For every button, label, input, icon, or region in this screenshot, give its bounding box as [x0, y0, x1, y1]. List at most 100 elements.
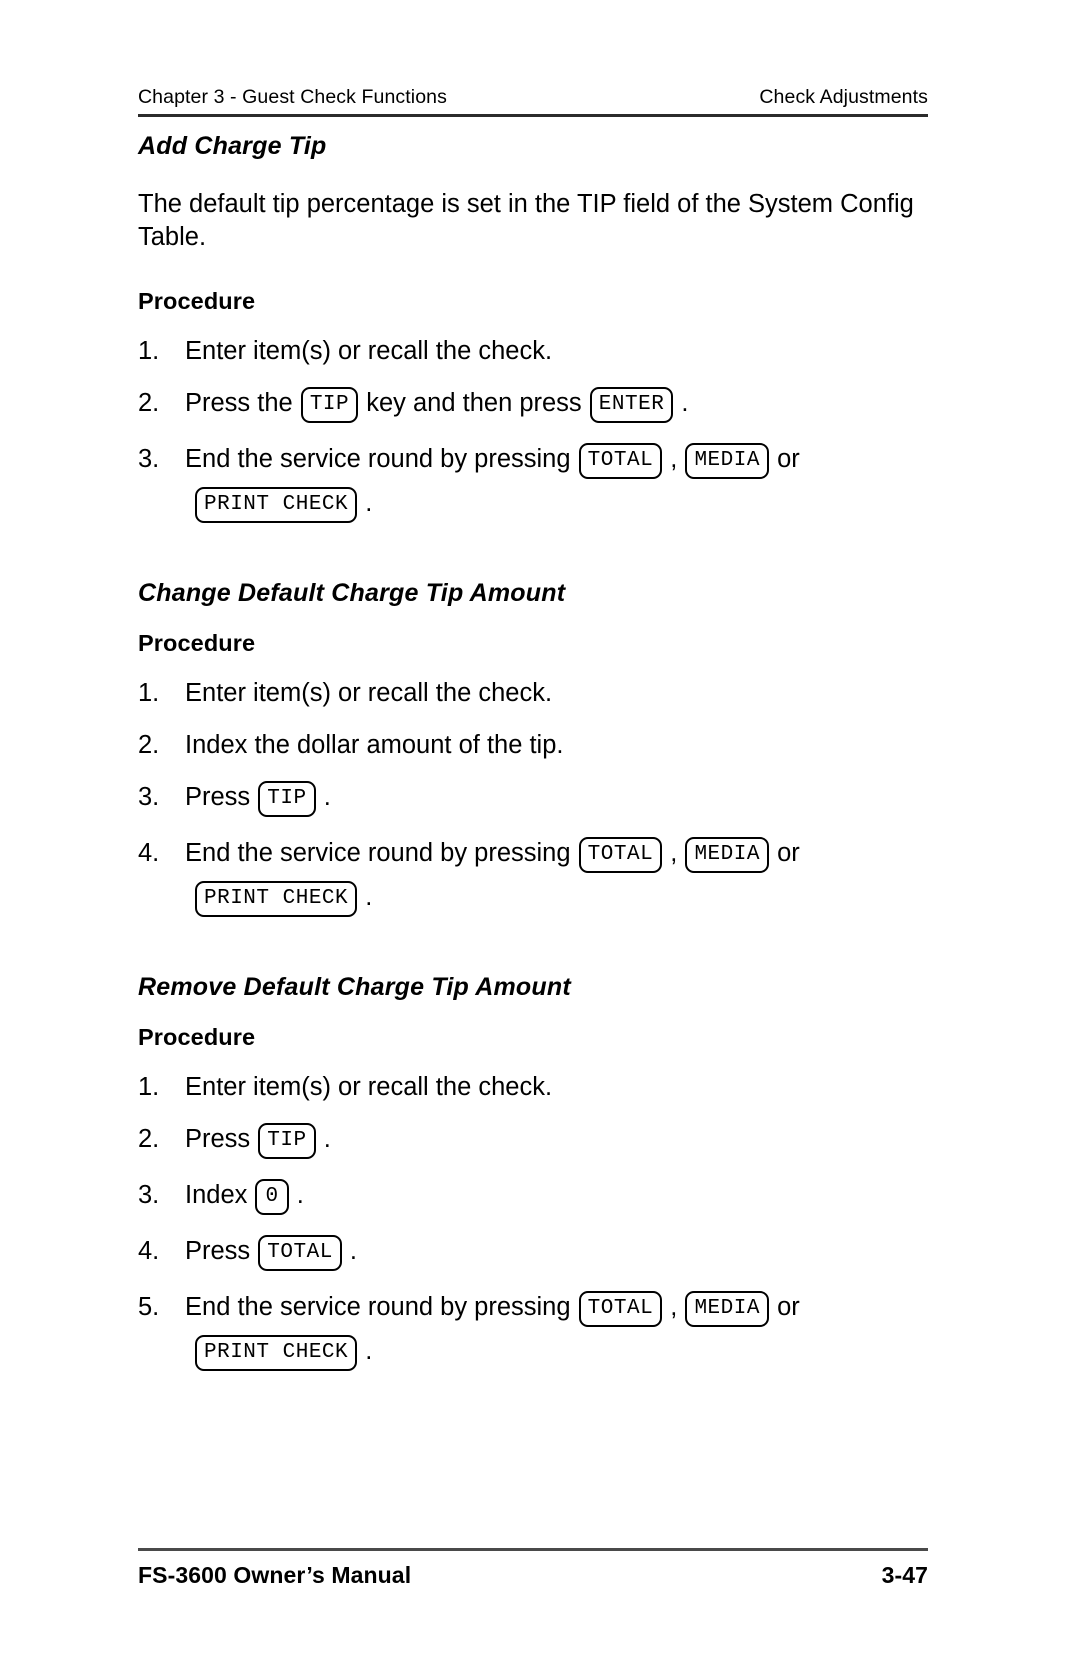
- step-line: End the service round by pressing TOTAL …: [185, 443, 938, 479]
- step-number: 5.: [138, 1293, 160, 1321]
- step-number: 1.: [138, 1073, 160, 1101]
- step-line: End the service round by pressing TOTAL …: [185, 837, 938, 873]
- section-heading: Add Charge Tip: [138, 132, 327, 160]
- procedure-steps: 1. Enter item(s) or recall the check. 2. P…: [138, 335, 938, 523]
- step-number: 2.: [138, 1125, 160, 1153]
- step-line: Press TIP .: [185, 781, 938, 817]
- keycap-media: MEDIA: [685, 1291, 769, 1327]
- procedure-step: 2. Press the TIP key and then press ENTER…: [138, 387, 938, 423]
- step-line: Index the dollar amount of the tip.: [185, 729, 938, 761]
- step-line: PRINT CHECK .: [185, 1335, 938, 1371]
- step-text: .: [296, 1181, 304, 1209]
- step-number: 4.: [138, 839, 160, 867]
- procedure-step: 3. End the service round by pressing TOTA…: [138, 443, 938, 523]
- keycap-print-check: PRINT CHECK: [195, 487, 358, 523]
- footer-divider: [138, 1548, 928, 1551]
- keycap-total: TOTAL: [258, 1235, 342, 1271]
- step-text: Index: [185, 1181, 248, 1209]
- procedure-step: 2. Press TIP .: [138, 1123, 938, 1159]
- keycap-total: TOTAL: [578, 837, 663, 873]
- step-text: .: [365, 1337, 373, 1365]
- keycap-print-check: PRINT CHECK: [195, 1335, 358, 1371]
- procedure-steps: 1. Enter item(s) or recall the check. 2. P…: [138, 1071, 938, 1371]
- section-heading: Remove Default Charge Tip Amount: [138, 973, 571, 1001]
- step-line: Press the TIP key and then press ENTER .: [185, 387, 938, 423]
- section-add-charge-tip: Add Charge Tip The default tip percentage…: [138, 132, 938, 523]
- step-number: 3.: [138, 445, 160, 473]
- step-text: or: [777, 1293, 800, 1321]
- keycap-enter: ENTER: [589, 387, 674, 423]
- step-text: End the service round by pressing: [185, 445, 571, 473]
- header-divider: [138, 114, 928, 117]
- procedure-step: 5. End the service round by pressing TOTA…: [138, 1291, 938, 1371]
- heading-gap: [138, 1002, 938, 1024]
- page-number: 3-47: [881, 1562, 928, 1588]
- keycap-tip: TIP: [258, 1123, 316, 1159]
- page-content: Add Charge Tip The default tip percentage…: [138, 128, 938, 1371]
- step-text: Press: [185, 783, 251, 811]
- step-text: or: [777, 839, 800, 867]
- procedure-step: 1. Enter item(s) or recall the check.: [138, 1071, 938, 1103]
- step-text: or: [777, 445, 800, 473]
- keycap-media: MEDIA: [685, 837, 769, 873]
- step-text: Press: [185, 1125, 251, 1153]
- step-text: Index the dollar amount of the tip.: [185, 731, 564, 759]
- heading-gap: [138, 254, 938, 288]
- step-line: Press TOTAL .: [185, 1235, 938, 1271]
- step-text: ,: [670, 445, 678, 473]
- step-text: ,: [670, 1293, 678, 1321]
- step-text: .: [323, 1125, 331, 1153]
- step-text: .: [365, 883, 373, 911]
- step-text: key and then press: [366, 389, 582, 417]
- procedure-step: 2. Index the dollar amount of the tip.: [138, 729, 938, 761]
- step-number: 2.: [138, 389, 160, 417]
- procedure-heading: Procedure: [138, 288, 256, 314]
- keycap-print-check: PRINT CHECK: [195, 881, 358, 917]
- running-head-right: Check Adjustments: [759, 86, 928, 108]
- running-head-left: Chapter 3 - Guest Check Functions: [138, 86, 447, 108]
- step-text: .: [349, 1237, 357, 1265]
- step-text: Press: [185, 1237, 251, 1265]
- step-line: Enter item(s) or recall the check.: [185, 1071, 938, 1103]
- procedure-step: 4. Press TOTAL .: [138, 1235, 938, 1271]
- running-head: Chapter 3 - Guest Check Functions Check …: [138, 86, 928, 109]
- step-text: End the service round by pressing: [185, 839, 571, 867]
- section-change-default-charge-tip-amount: Change Default Charge Tip Amount Procedur…: [138, 523, 938, 917]
- step-number: 3.: [138, 1181, 160, 1209]
- procedure-step: 4. End the service round by pressing TOTA…: [138, 837, 938, 917]
- section-intro: The default tip percentage is set in the…: [138, 190, 914, 251]
- step-line: Index 0 .: [185, 1179, 938, 1215]
- procedure-heading: Procedure: [138, 630, 256, 656]
- keycap-tip: TIP: [300, 387, 359, 423]
- step-number: 1.: [138, 337, 160, 365]
- step-text: Enter item(s) or recall the check.: [185, 679, 553, 707]
- keycap-total: TOTAL: [578, 1291, 663, 1327]
- procedure-steps: 1. Enter item(s) or recall the check. 2. I…: [138, 677, 938, 917]
- step-text: .: [365, 489, 373, 517]
- step-line: Enter item(s) or recall the check.: [185, 677, 938, 709]
- running-foot: FS-3600 Owner’s Manual 3-47: [138, 1562, 928, 1589]
- step-line: Enter item(s) or recall the check.: [185, 335, 938, 367]
- step-line: End the service round by pressing TOTAL …: [185, 1291, 938, 1327]
- keycap-0: 0: [255, 1179, 289, 1215]
- step-text: End the service round by pressing: [185, 1293, 571, 1321]
- step-text: .: [323, 783, 331, 811]
- step-number: 4.: [138, 1237, 160, 1265]
- manual-title: FS-3600 Owner’s Manual: [138, 1562, 412, 1588]
- step-line: PRINT CHECK .: [185, 881, 938, 917]
- step-text: ,: [670, 839, 678, 867]
- procedure-step: 1. Enter item(s) or recall the check.: [138, 677, 938, 709]
- step-text: Press the: [185, 389, 293, 417]
- keycap-total: TOTAL: [578, 443, 663, 479]
- sections-container: Add Charge Tip The default tip percentage…: [138, 132, 938, 1371]
- heading-gap: [138, 608, 938, 630]
- manual-page: Chapter 3 - Guest Check Functions Check …: [0, 0, 1080, 1669]
- step-line: Press TIP .: [185, 1123, 938, 1159]
- procedure-step: 1. Enter item(s) or recall the check.: [138, 335, 938, 367]
- section-heading: Change Default Charge Tip Amount: [138, 579, 566, 607]
- keycap-tip: TIP: [258, 781, 316, 817]
- keycap-media: MEDIA: [685, 443, 769, 479]
- section-remove-default-charge-tip-amount: Remove Default Charge Tip Amount Procedur…: [138, 917, 938, 1371]
- step-text: Enter item(s) or recall the check.: [185, 1073, 553, 1101]
